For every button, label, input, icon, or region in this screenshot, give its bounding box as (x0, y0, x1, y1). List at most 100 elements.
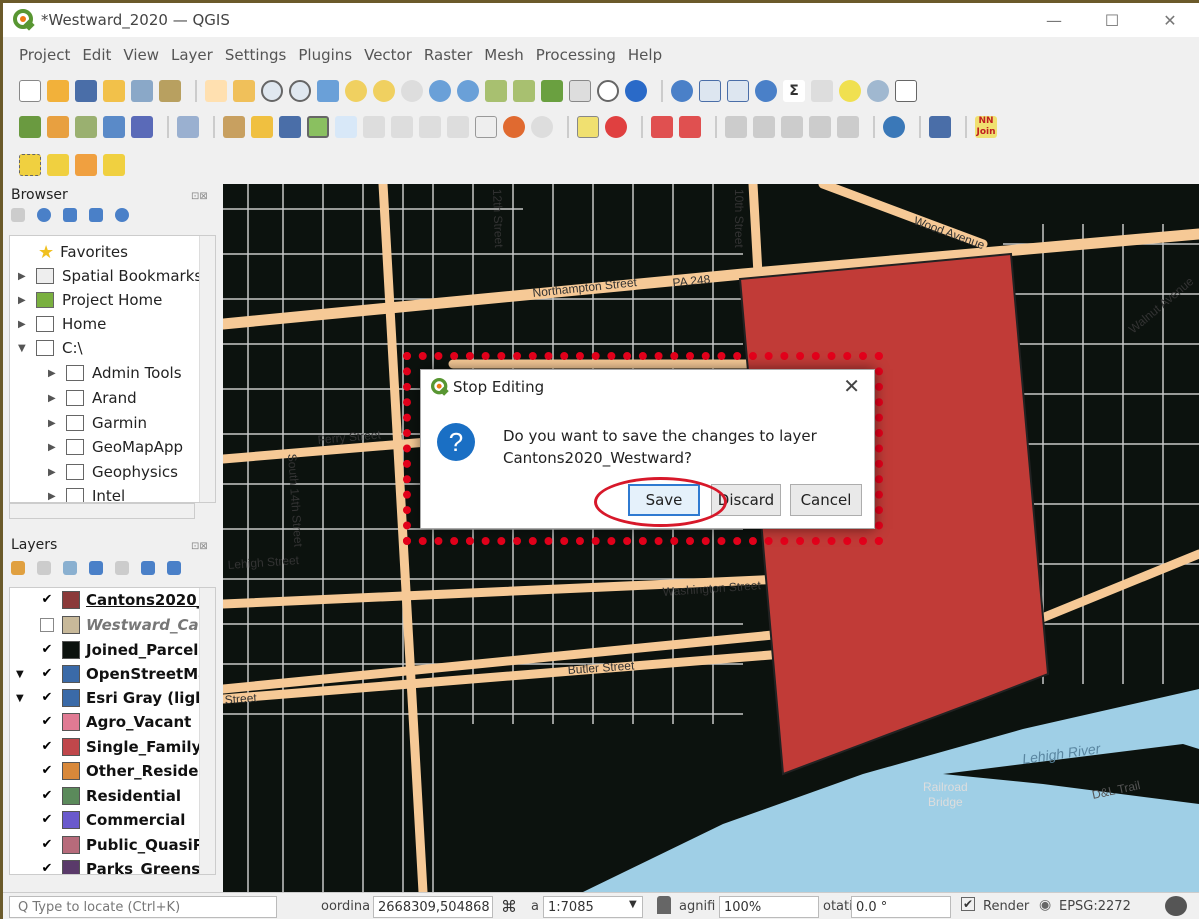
layer-checkbox[interactable]: ✔ (40, 862, 54, 875)
add-raster-icon[interactable] (75, 116, 97, 138)
refresh-icon[interactable] (625, 80, 647, 102)
chevron-right-icon[interactable]: ▶ (48, 467, 58, 478)
collapse-all-icon[interactable] (89, 208, 103, 222)
menu-help[interactable]: Help (628, 46, 662, 64)
menu-view[interactable]: View (123, 46, 159, 64)
zoom-last-icon[interactable] (429, 80, 451, 102)
open-project-icon[interactable] (47, 80, 69, 102)
browser-panel-buttons[interactable]: ⊡⊠ (191, 191, 208, 202)
browser-item-garmin[interactable]: ▶ Garmin (48, 411, 147, 435)
chevron-right-icon[interactable]: ▶ (18, 295, 28, 306)
browser-scrollbar[interactable] (199, 236, 215, 502)
expand-all-icon[interactable] (141, 561, 155, 575)
menu-processing[interactable]: Processing (536, 46, 616, 64)
diagram-tool-icon[interactable] (605, 116, 627, 138)
chevron-down-icon[interactable]: ▼ (16, 693, 24, 704)
scale-field[interactable]: 1:7085 (543, 896, 643, 918)
layer-checkbox[interactable]: ✔ (40, 691, 54, 705)
browser-item-spatial-bookmarks[interactable]: ▶ Spatial Bookmarks (18, 264, 202, 288)
manage-themes-icon[interactable] (63, 561, 77, 575)
new-map-view-icon[interactable] (485, 80, 507, 102)
layer-row[interactable]: ✔ Cantons2020_Westward (10, 588, 215, 612)
render-checkbox[interactable]: ✔ (961, 897, 975, 911)
magnifier-field[interactable]: 100% (719, 896, 819, 918)
new-bookmark-icon[interactable] (541, 80, 563, 102)
add-spatialite-icon[interactable] (103, 116, 125, 138)
browser-item-geomapapp[interactable]: ▶ GeoMapApp (48, 435, 183, 459)
lock-scale-icon[interactable] (657, 896, 671, 914)
new-3d-view-icon[interactable] (513, 80, 535, 102)
layer-checkbox[interactable]: ✔ (40, 789, 54, 803)
filter-legend-icon[interactable] (89, 561, 103, 575)
save-project-icon[interactable] (75, 80, 97, 102)
menu-settings[interactable]: Settings (225, 46, 287, 64)
zoom-next-icon[interactable] (457, 80, 479, 102)
chevron-right-icon[interactable]: ▶ (48, 368, 58, 379)
zoom-full-icon[interactable] (317, 80, 339, 102)
menu-edit[interactable]: Edit (82, 46, 111, 64)
chevron-right-icon[interactable]: ▶ (48, 418, 58, 429)
locator-search-input[interactable]: Q Type to locate (Ctrl+K) (9, 896, 277, 918)
deselect-icon[interactable] (75, 154, 97, 176)
paste-features-icon[interactable] (475, 116, 497, 138)
save-edits-icon[interactable] (279, 116, 301, 138)
chevron-right-icon[interactable]: ▶ (18, 319, 28, 330)
add-selected-icon[interactable] (11, 208, 25, 222)
select-all-icon[interactable] (103, 154, 125, 176)
layer-styling-icon[interactable] (11, 561, 25, 575)
map-canvas[interactable]: Northampton Street PA 248 Wood Avenue Wa… (223, 184, 1199, 892)
chevron-down-icon[interactable]: ▼ (629, 899, 637, 910)
chevron-right-icon[interactable]: ▶ (48, 393, 58, 404)
layer-checkbox[interactable]: ✔ (40, 740, 54, 754)
help-icon[interactable] (929, 116, 951, 138)
rotation-field[interactable]: 0.0 ° (851, 896, 951, 918)
zoom-in-icon[interactable] (261, 80, 283, 102)
filter-expression-icon[interactable] (115, 561, 129, 575)
add-group-icon[interactable] (37, 561, 51, 575)
browser-item-arand[interactable]: ▶ Arand (48, 386, 137, 410)
add-virtual-layer-icon[interactable] (177, 116, 199, 138)
layer-row[interactable]: ✔ Other_Residential (10, 759, 215, 783)
show-bookmarks-icon[interactable] (569, 80, 591, 102)
layer-checkbox[interactable]: ✔ (40, 715, 54, 729)
pan-icon[interactable] (205, 80, 227, 102)
add-postgis-icon[interactable] (131, 116, 153, 138)
menu-plugins[interactable]: Plugins (298, 46, 352, 64)
style-manager-icon[interactable] (159, 80, 181, 102)
browser-horizontal-scrollbar[interactable] (9, 503, 195, 519)
info-icon[interactable] (115, 208, 129, 222)
toggle-editing-icon[interactable] (251, 116, 273, 138)
menu-raster[interactable]: Raster (424, 46, 472, 64)
pin-labels-icon[interactable] (651, 116, 673, 138)
layer-row[interactable]: ✔ Parks_Greenspace (10, 857, 215, 875)
pan-to-selection-icon[interactable] (233, 80, 255, 102)
print-layout-icon[interactable] (131, 80, 153, 102)
messages-icon[interactable] (1165, 896, 1187, 916)
coordinate-field[interactable]: 2668309,504868 (373, 896, 493, 918)
layer-row[interactable]: ✔ Residential (10, 784, 181, 808)
chevron-right-icon[interactable]: ▶ (18, 271, 28, 282)
browser-item-home[interactable]: ▶ Home (18, 312, 106, 336)
current-edits-icon[interactable] (223, 116, 245, 138)
processing-toolbox-icon[interactable] (755, 80, 777, 102)
layer-row[interactable]: ✔ Single_Family_ (10, 735, 209, 759)
add-polygon-icon[interactable] (307, 116, 329, 138)
zoom-layer-icon[interactable] (373, 80, 395, 102)
vertex-tool-icon[interactable] (335, 116, 357, 138)
cancel-button[interactable]: Cancel (790, 484, 862, 516)
zoom-native-icon[interactable] (401, 80, 423, 102)
new-project-icon[interactable] (19, 80, 41, 102)
statistics-icon[interactable] (727, 80, 749, 102)
layers-panel-buttons[interactable]: ⊡⊠ (191, 541, 208, 552)
browser-item-favorites[interactable]: ★ Favorites (38, 240, 128, 264)
crs-button[interactable]: EPSG:2272 (1059, 899, 1131, 914)
delete-selected-icon[interactable] (391, 116, 413, 138)
zoom-selection-icon[interactable] (345, 80, 367, 102)
layer-checkbox[interactable]: ✔ (40, 667, 54, 681)
temporal-controller-icon[interactable] (597, 80, 619, 102)
undo-icon[interactable] (503, 116, 525, 138)
layer-checkbox[interactable]: ✔ (40, 813, 54, 827)
layer-checkbox[interactable]: ✔ (40, 764, 54, 778)
identify-icon[interactable] (671, 80, 693, 102)
label-tool-icon[interactable] (577, 116, 599, 138)
